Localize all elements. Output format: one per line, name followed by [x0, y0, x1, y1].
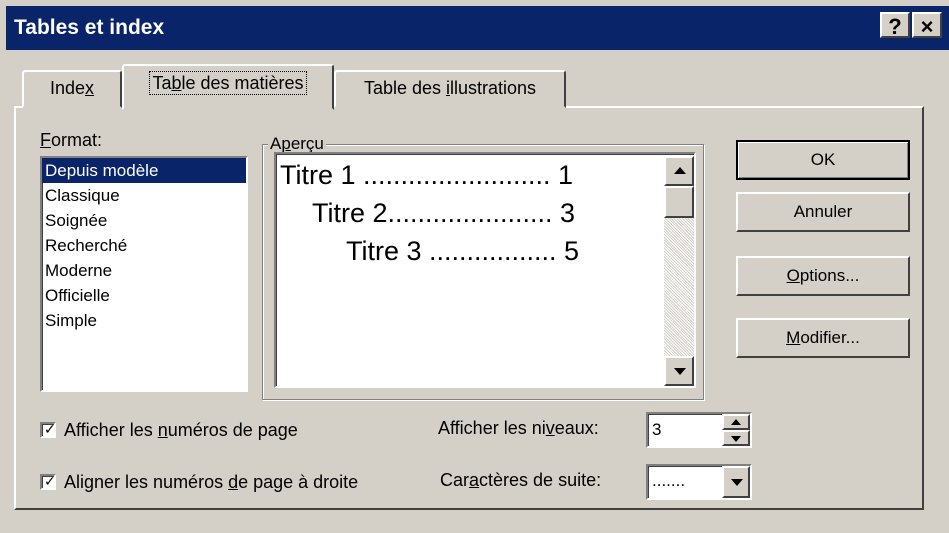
preview-line-level-2: Titre 2...................... 3	[312, 198, 576, 228]
scroll-up-button[interactable]	[664, 156, 694, 186]
tab-table-of-figures[interactable]: Table des illustrations	[334, 70, 566, 108]
modify-button[interactable]: Modifier...	[736, 318, 910, 358]
dialog-title: Tables et index	[14, 16, 165, 39]
check-icon: ✓	[44, 474, 56, 490]
list-item[interactable]: Officielle	[42, 283, 246, 308]
show-page-numbers-checkbox[interactable]: ✓	[40, 422, 56, 438]
check-icon: ✓	[44, 422, 56, 438]
spin-up-button[interactable]	[722, 414, 750, 430]
arrow-up-icon	[674, 167, 686, 174]
help-button[interactable]: ?	[880, 12, 910, 39]
tab-index[interactable]: Index	[22, 70, 122, 108]
show-levels-spinner[interactable]	[722, 414, 750, 446]
title-bar[interactable]: Tables et index	[6, 6, 949, 50]
preview-line-level-3: Titre 3 ................. 5	[346, 236, 580, 266]
leader-dropdown-button[interactable]	[722, 466, 750, 498]
spin-down-button[interactable]	[722, 430, 750, 446]
preview-line-level-1: Titre 1 ......................... 1	[280, 160, 574, 190]
tab-figures-label: Table des illustrations	[363, 78, 537, 98]
show-page-numbers-label[interactable]: Afficher les numéros de page	[64, 420, 298, 441]
scroll-down-button[interactable]	[664, 356, 694, 386]
tab-toc-label: Table des matières	[149, 71, 307, 95]
align-page-numbers-label[interactable]: Aligner les numéros de page à droite	[64, 472, 358, 493]
list-item[interactable]: Classique	[42, 183, 246, 208]
leader-characters-label: Caractères de suite:	[440, 470, 602, 490]
list-item[interactable]: Recherché	[42, 233, 246, 258]
list-item[interactable]: Simple	[42, 308, 246, 333]
preview-legend: Aperçu	[268, 134, 326, 154]
list-item[interactable]: Moderne	[42, 258, 246, 283]
list-item[interactable]: Soignée	[42, 208, 246, 233]
arrow-down-icon	[674, 368, 686, 375]
arrow-down-icon	[731, 436, 741, 442]
show-levels-label: Afficher les niveaux:	[438, 418, 599, 438]
list-item[interactable]: Depuis modèle	[42, 158, 246, 183]
align-page-numbers-checkbox[interactable]: ✓	[40, 474, 56, 490]
scroll-thumb[interactable]	[664, 186, 694, 218]
preview-box: Titre 1 ......................... 1 Titr…	[274, 152, 696, 388]
ok-button[interactable]: OK	[736, 140, 910, 180]
close-button[interactable]: ×	[912, 12, 942, 39]
tab-table-of-contents[interactable]: Table des matières	[122, 64, 334, 110]
cancel-button[interactable]: Annuler	[736, 192, 910, 232]
arrow-up-icon	[731, 419, 741, 425]
chevron-down-icon	[731, 479, 743, 486]
tables-index-dialog: Tables et index ? × Index Table des mati…	[0, 0, 949, 533]
preview-scrollbar[interactable]	[664, 156, 694, 386]
tab-index-label: Index	[49, 78, 95, 98]
format-label: Format:	[40, 130, 103, 150]
options-button[interactable]: Options...	[736, 256, 910, 296]
format-listbox[interactable]: Depuis modèle Classique Soignée Recherch…	[40, 156, 248, 392]
